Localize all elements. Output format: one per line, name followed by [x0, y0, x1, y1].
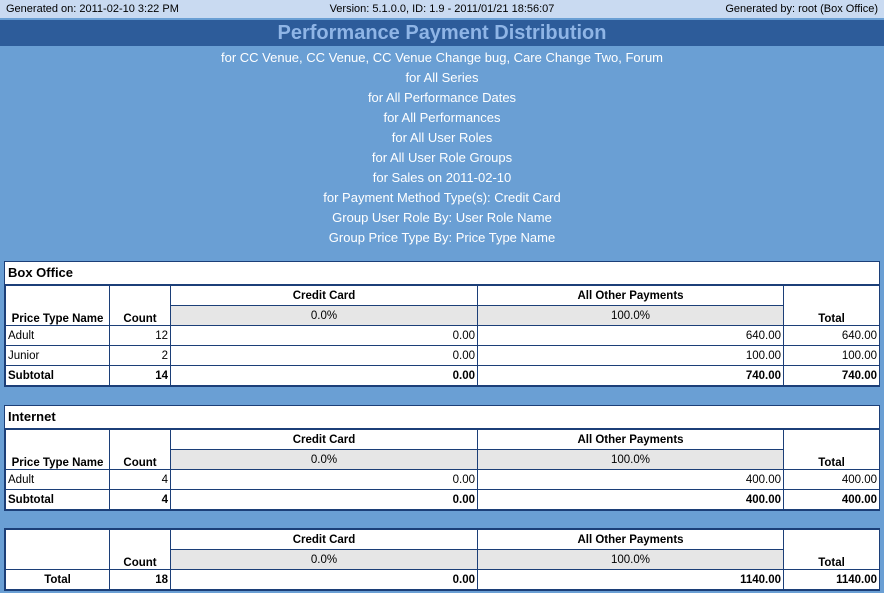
- grand-total-label: Total: [5, 569, 110, 590]
- other-payments-pct: 100.0%: [477, 449, 784, 470]
- param-line: for Sales on 2011-02-10: [372, 170, 512, 185]
- other-payments-cell: 1140.00: [477, 569, 784, 590]
- param-line: Group User Role By: User Role Name: [332, 210, 552, 225]
- credit-card-pct: 0.0%: [170, 305, 478, 326]
- credit-card-pct: 0.0%: [170, 549, 478, 570]
- generated-on: Generated on: 2011-02-10 3:22 PM: [6, 3, 179, 15]
- param-line: for All Series: [405, 70, 479, 85]
- total-cell: 740.00: [783, 365, 880, 386]
- section-box-office: Box Office Credit Card All Other Payment…: [4, 261, 880, 387]
- count-header: Count: [109, 305, 171, 326]
- total-header: Total: [783, 449, 880, 470]
- report-title: Performance Payment Distribution: [0, 20, 884, 46]
- total-cell: 400.00: [783, 489, 880, 510]
- blank-header: [109, 429, 171, 450]
- total-cell: 640.00: [783, 325, 880, 346]
- payment-table: Credit Card All Other Payments Price Typ…: [5, 429, 880, 510]
- credit-card-cell: 0.00: [170, 365, 478, 386]
- count-cell: 14: [109, 365, 171, 386]
- blank-header: [783, 429, 880, 450]
- param-line: Group Price Type By: Price Type Name: [328, 230, 556, 245]
- param-line: for All Performances: [383, 110, 501, 125]
- credit-card-cell: 0.00: [170, 569, 478, 590]
- other-payments-cell: 400.00: [477, 469, 784, 490]
- total-cell: 1140.00: [783, 569, 880, 590]
- total-cell: 100.00: [783, 345, 880, 366]
- subtotal-row: Subtotal 14 0.00 740.00 740.00: [5, 365, 880, 386]
- other-payments-header: All Other Payments: [477, 529, 784, 550]
- blank-header: [5, 529, 110, 550]
- count-cell: 12: [109, 325, 171, 346]
- count-cell: 4: [109, 489, 171, 510]
- blank-header: [5, 285, 110, 306]
- price-type-header: Price Type Name: [5, 305, 110, 326]
- credit-card-header: Credit Card: [170, 429, 478, 450]
- total-header: Total: [783, 305, 880, 326]
- count-header: Count: [109, 449, 171, 470]
- other-payments-header: All Other Payments: [477, 285, 784, 306]
- total-header: Total: [783, 549, 880, 570]
- count-cell: 4: [109, 469, 171, 490]
- section-title: Box Office: [5, 262, 879, 285]
- grand-total-row: Total 18 0.00 1140.00 1140.00: [5, 569, 880, 590]
- count-header: Count: [109, 549, 171, 570]
- credit-card-header: Credit Card: [170, 285, 478, 306]
- param-line: for CC Venue, CC Venue, CC Venue Change …: [220, 50, 664, 65]
- other-payments-cell: 640.00: [477, 325, 784, 346]
- param-line: for All User Role Groups: [371, 150, 513, 165]
- price-type-cell: Adult: [5, 325, 110, 346]
- price-type-cell: Junior: [5, 345, 110, 366]
- count-cell: 2: [109, 345, 171, 366]
- grand-total-section: Credit Card All Other Payments Count 0.0…: [4, 528, 880, 591]
- credit-card-cell: 0.00: [170, 469, 478, 490]
- subtotal-label: Subtotal: [5, 365, 110, 386]
- credit-card-cell: 0.00: [170, 325, 478, 346]
- other-payments-cell: 100.00: [477, 345, 784, 366]
- grand-total-table: Credit Card All Other Payments Count 0.0…: [5, 529, 880, 590]
- other-payments-pct: 100.0%: [477, 549, 784, 570]
- other-payments-pct: 100.0%: [477, 305, 784, 326]
- count-cell: 18: [109, 569, 171, 590]
- blank-header: [783, 529, 880, 550]
- table-row: Adult 4 0.00 400.00 400.00: [5, 469, 880, 490]
- subtotal-row: Subtotal 4 0.00 400.00 400.00: [5, 489, 880, 510]
- blank-header: [109, 529, 171, 550]
- credit-card-cell: 0.00: [170, 489, 478, 510]
- payment-table: Credit Card All Other Payments Price Typ…: [5, 285, 880, 386]
- credit-card-header: Credit Card: [170, 529, 478, 550]
- other-payments-header: All Other Payments: [477, 429, 784, 450]
- price-type-cell: Adult: [5, 469, 110, 490]
- price-type-header: Price Type Name: [5, 449, 110, 470]
- table-row: Junior 2 0.00 100.00 100.00: [5, 345, 880, 366]
- section-title: Internet: [5, 406, 879, 429]
- section-internet: Internet Credit Card All Other Payments …: [4, 405, 880, 511]
- report-parameters: for CC Venue, CC Venue, CC Venue Change …: [0, 49, 884, 249]
- report-meta-bar: Version: 5.1.0.0, ID: 1.9 - 2011/01/21 1…: [0, 0, 884, 18]
- credit-card-pct: 0.0%: [170, 449, 478, 470]
- blank-header: [5, 549, 110, 570]
- generated-by: Generated by: root (Box Office): [725, 3, 878, 15]
- subtotal-label: Subtotal: [5, 489, 110, 510]
- other-payments-cell: 400.00: [477, 489, 784, 510]
- credit-card-cell: 0.00: [170, 345, 478, 366]
- blank-header: [5, 429, 110, 450]
- param-line: for Payment Method Type(s): Credit Card: [323, 190, 561, 205]
- blank-header: [783, 285, 880, 306]
- param-line: for All User Roles: [391, 130, 493, 145]
- param-line: for All Performance Dates: [367, 90, 517, 105]
- blank-header: [109, 285, 171, 306]
- total-cell: 400.00: [783, 469, 880, 490]
- table-row: Adult 12 0.00 640.00 640.00: [5, 325, 880, 346]
- other-payments-cell: 740.00: [477, 365, 784, 386]
